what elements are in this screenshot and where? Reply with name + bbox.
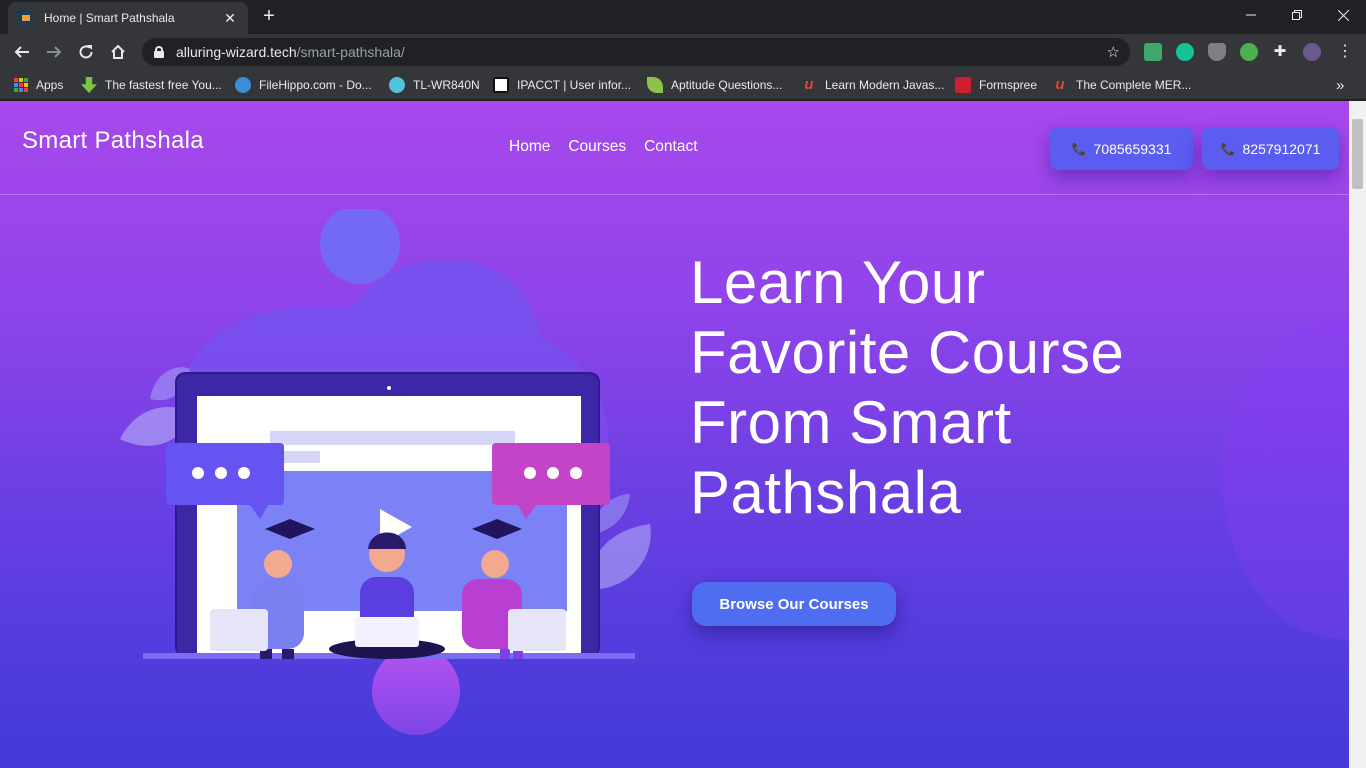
browse-courses-button[interactable]: Browse Our Courses: [692, 582, 896, 626]
nav-courses[interactable]: Courses: [568, 138, 626, 156]
bookmark-label: FileHippo.com - Do...: [259, 78, 372, 92]
close-window-button[interactable]: [1320, 0, 1366, 30]
leaf-icon: [647, 77, 663, 93]
site-favicon-icon: [18, 10, 34, 26]
decorative-circle: [372, 647, 460, 735]
download-arrow-icon: [81, 77, 97, 93]
shield-icon[interactable]: [1208, 43, 1226, 61]
forward-button[interactable]: [43, 41, 65, 63]
url-path: /smart-pathshala/: [296, 44, 405, 60]
bookmark-star-icon[interactable]: ☆: [1107, 43, 1120, 61]
reload-icon: [79, 45, 93, 59]
phone-icon: 📞: [1220, 141, 1236, 156]
formspree-icon: [955, 77, 971, 93]
browser-tab-bar: Home | Smart Pathshala ✕ +: [0, 0, 1366, 34]
profile-avatar-icon[interactable]: [1303, 43, 1321, 61]
header-divider: [0, 194, 1349, 195]
browser-toolbar: alluring-wizard.tech/smart-pathshala/ ☆ …: [0, 34, 1366, 70]
url-host: alluring-wizard.tech: [176, 44, 297, 60]
restore-window-button[interactable]: [1274, 0, 1320, 30]
puzzle-extensions-icon[interactable]: ✚: [1271, 43, 1289, 61]
bookmark-apps[interactable]: Apps: [14, 76, 63, 94]
back-button[interactable]: [11, 41, 33, 63]
address-bar[interactable]: alluring-wizard.tech/smart-pathshala/ ☆: [142, 38, 1130, 66]
back-arrow-icon: [14, 46, 29, 58]
hero-title-line: Learn Your: [690, 249, 986, 316]
bookmark-label: The Complete MER...: [1076, 78, 1192, 92]
bookmark-item[interactable]: Aptitude Questions...: [647, 76, 782, 94]
bookmark-item[interactable]: FileHippo.com - Do...: [235, 76, 372, 94]
bookmarks-bar: Apps The fastest free You... FileHippo.c…: [0, 70, 1366, 100]
tab-title: Home | Smart Pathshala: [44, 11, 175, 25]
bookmark-label: Learn Modern Javas...: [825, 78, 945, 92]
decorative-blob: [1222, 319, 1349, 639]
hero-title-line: From Smart: [690, 389, 1012, 456]
close-window-icon: [1337, 9, 1349, 21]
bookmark-item[interactable]: IPACCT | User infor...: [493, 76, 631, 94]
bookmark-label: IPACCT | User infor...: [517, 78, 632, 92]
hero-illustration: [120, 209, 651, 659]
nav-home[interactable]: Home: [509, 138, 550, 156]
hero-title-line: Pathshala: [690, 459, 962, 526]
close-tab-icon[interactable]: ✕: [222, 10, 238, 27]
bookmark-label: Apps: [36, 78, 64, 92]
browser-tab[interactable]: Home | Smart Pathshala ✕: [8, 2, 248, 34]
bookmarks-overflow-button[interactable]: »: [1336, 76, 1344, 94]
restore-icon: [1292, 10, 1302, 20]
bookmark-label: Formspree: [979, 78, 1038, 92]
ipacct-icon: [493, 77, 509, 93]
bookmark-label: Aptitude Questions...: [671, 78, 783, 92]
grammarly-icon[interactable]: [1176, 43, 1194, 61]
hero-title-line: Favorite Course: [690, 319, 1125, 386]
reload-button[interactable]: [75, 41, 97, 63]
phone-number: 7085659331: [1093, 140, 1172, 157]
minimize-icon: [1246, 14, 1256, 16]
phone-button-2[interactable]: 📞 8257912071: [1202, 127, 1339, 170]
nav-contact[interactable]: Contact: [644, 138, 697, 156]
bookmark-item[interactable]: u Learn Modern Javas...: [801, 76, 944, 94]
lock-icon: [154, 46, 164, 58]
bookmark-item[interactable]: TL-WR840N: [389, 76, 480, 94]
new-tab-button[interactable]: +: [258, 6, 280, 28]
page-viewport: Smart Pathshala Home Courses Contact 📞 7…: [0, 101, 1349, 768]
extension-leaf-icon[interactable]: [1240, 43, 1258, 61]
phone-number: 8257912071: [1242, 140, 1321, 157]
main-nav: Home Courses Contact: [509, 138, 698, 156]
bookmark-label: The fastest free You...: [105, 78, 222, 92]
filehippo-icon: [235, 77, 251, 93]
minimize-window-button[interactable]: [1228, 0, 1274, 30]
forward-arrow-icon: [47, 46, 62, 58]
udemy-icon: u: [1055, 76, 1065, 93]
bookmark-label: TL-WR840N: [413, 78, 480, 92]
site-brand[interactable]: Smart Pathshala: [22, 127, 204, 155]
tplink-icon: [389, 77, 405, 93]
page-scrollbar[interactable]: [1349, 101, 1366, 768]
apps-grid-icon: [14, 78, 28, 92]
phone-button-1[interactable]: 📞 7085659331: [1050, 127, 1193, 170]
extension-mail-icon[interactable]: [1144, 43, 1162, 61]
udemy-icon: u: [804, 76, 814, 93]
home-icon: [111, 44, 125, 59]
bookmark-item[interactable]: Formspree: [955, 76, 1037, 94]
home-button[interactable]: [107, 41, 129, 63]
hero-title: Learn Your Favorite Course From Smart Pa…: [690, 248, 1210, 528]
menu-kebab-icon[interactable]: ⋮: [1336, 43, 1354, 61]
bookmark-item[interactable]: u The Complete MER...: [1052, 76, 1191, 94]
phone-icon: 📞: [1071, 141, 1087, 156]
scrollbar-thumb[interactable]: [1352, 119, 1363, 189]
bookmark-item[interactable]: The fastest free You...: [81, 76, 222, 94]
